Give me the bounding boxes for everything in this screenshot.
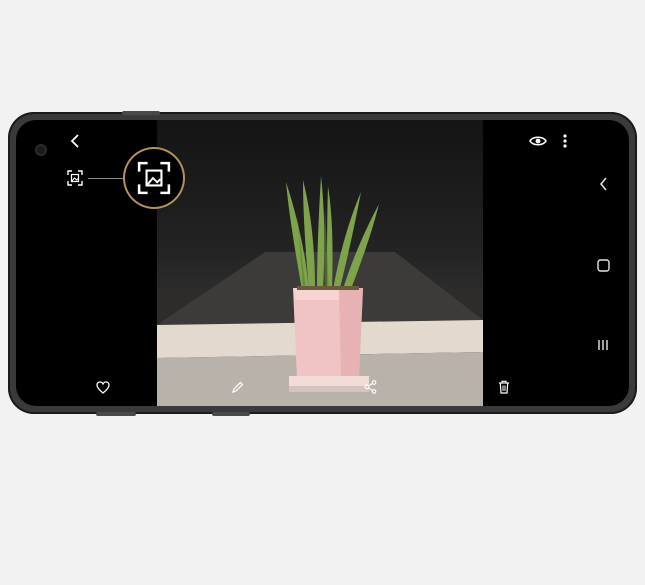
phone-screen — [16, 120, 629, 406]
view-eye-button[interactable] — [528, 132, 548, 150]
scan-image-icon — [137, 161, 171, 195]
share-icon — [364, 380, 376, 394]
more-options-button[interactable] — [558, 132, 572, 150]
chevron-left-icon — [70, 134, 79, 148]
power-button — [212, 412, 250, 416]
volume-button — [122, 111, 160, 115]
nav-recents-button[interactable] — [594, 336, 612, 354]
scan-image-icon — [67, 170, 83, 186]
chevron-left-icon — [599, 177, 607, 191]
bixby-button — [96, 412, 136, 416]
front-camera — [35, 144, 47, 156]
favorite-button[interactable] — [93, 378, 113, 396]
nav-home-button[interactable] — [594, 256, 612, 274]
callout-connector — [88, 178, 124, 179]
scene-optimizer-highlight — [125, 149, 183, 207]
more-vertical-icon — [563, 134, 567, 148]
trash-icon — [499, 380, 509, 394]
back-button[interactable] — [66, 132, 84, 150]
delete-button[interactable] — [494, 378, 514, 396]
recents-lines-icon — [598, 340, 608, 350]
heart-icon — [96, 380, 110, 394]
home-square-icon — [596, 258, 610, 272]
eye-icon — [529, 136, 547, 146]
edit-button[interactable] — [227, 378, 247, 396]
plant-photo-illustration — [157, 176, 483, 406]
nav-back-button[interactable] — [594, 175, 612, 193]
pencil-icon — [231, 381, 243, 393]
scene-optimizer-button[interactable] — [64, 167, 86, 189]
gallery-photo[interactable] — [157, 120, 483, 406]
share-button[interactable] — [360, 378, 380, 396]
